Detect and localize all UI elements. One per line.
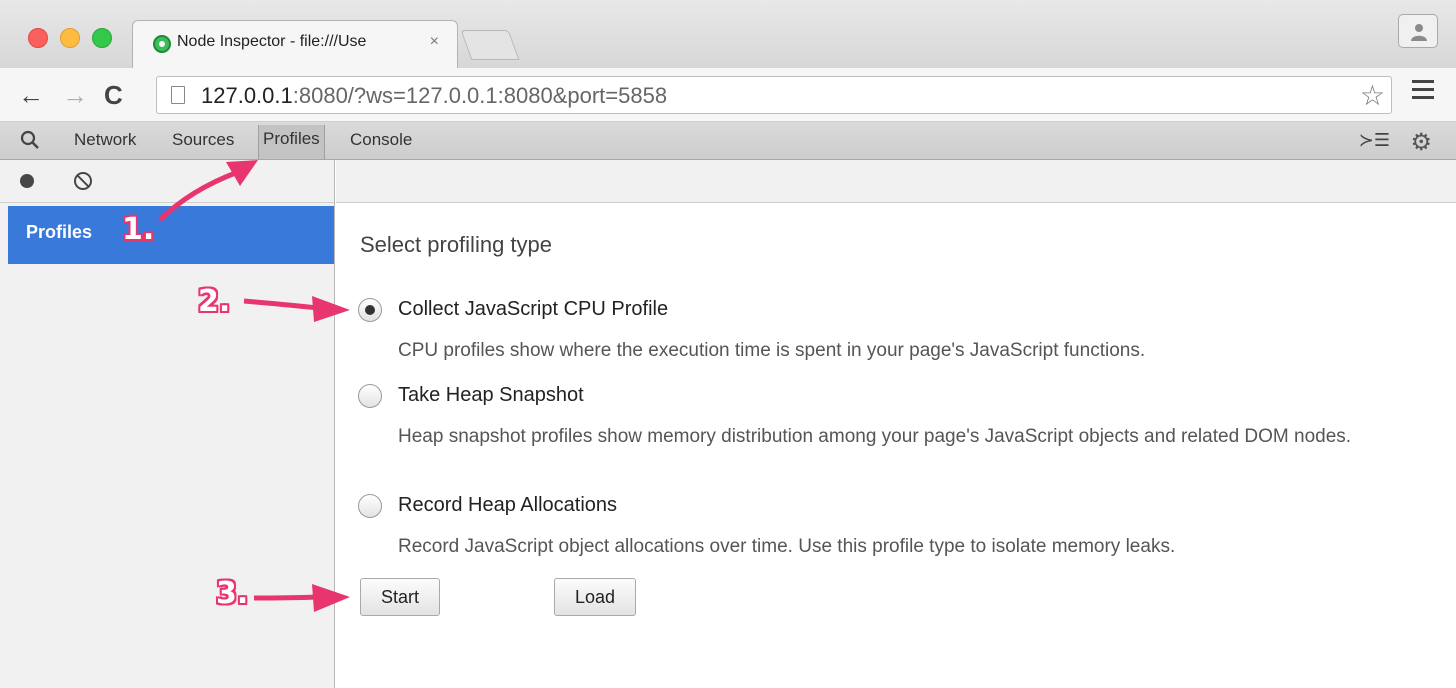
maximize-window-button[interactable] <box>92 28 112 48</box>
back-button[interactable]: ← <box>18 80 44 110</box>
option-label[interactable]: Take Heap Snapshot <box>398 384 584 407</box>
start-button[interactable]: Start <box>360 578 440 616</box>
cpu-profile-radio[interactable] <box>358 298 382 322</box>
browser-toolbar: ← → C 127.0.0.1:8080/?ws=127.0.0.1:8080&… <box>0 68 1456 122</box>
reload-button[interactable]: C <box>104 80 123 110</box>
person-icon <box>1411 24 1427 41</box>
title-bar: Node Inspector - file:///Use × <box>0 0 1456 68</box>
new-tab-button[interactable] <box>460 30 520 60</box>
annotation-2: 2. <box>198 284 231 319</box>
option-description: Heap snapshot profiles show memory distr… <box>398 426 1352 447</box>
console-drawer-icon[interactable]: ≻☰ <box>1359 130 1390 151</box>
minimize-window-button[interactable] <box>60 28 80 48</box>
sidebar-item-label: Profiles <box>26 222 93 242</box>
load-button[interactable]: Load <box>554 578 636 616</box>
close-window-button[interactable] <box>28 28 48 48</box>
option-label[interactable]: Record Heap Allocations <box>398 494 617 517</box>
user-profile-button[interactable] <box>1398 14 1438 48</box>
heap-allocations-radio[interactable] <box>358 494 382 518</box>
option-label[interactable]: Collect JavaScript CPU Profile <box>398 298 668 321</box>
sidebar-toolbar <box>0 160 334 203</box>
clear-icon[interactable] <box>74 172 92 190</box>
browser-menu-icon[interactable] <box>1412 80 1434 104</box>
browser-tab[interactable]: Node Inspector - file:///Use × <box>132 20 458 68</box>
sidebar-item-profiles[interactable]: Profiles <box>8 206 334 264</box>
search-icon[interactable] <box>20 130 40 150</box>
forward-button[interactable]: → <box>62 80 88 110</box>
record-icon[interactable] <box>20 174 34 188</box>
devtools-tab-bar: Network Sources Profiles Console ≻☰ ⚙ <box>0 122 1456 160</box>
bookmark-star-icon[interactable]: ☆ <box>1360 79 1385 112</box>
option-description: Record JavaScript object allocations ove… <box>398 536 1176 557</box>
tab-profiles[interactable]: Profiles <box>258 125 325 159</box>
url-text: 127.0.0.1:8080/?ws=127.0.0.1:8080&port=5… <box>201 83 667 109</box>
profiles-sidebar: Profiles <box>0 160 335 688</box>
tab-console[interactable]: Console <box>350 130 412 150</box>
panel-heading: Select profiling type <box>360 232 552 257</box>
address-bar[interactable]: 127.0.0.1:8080/?ws=127.0.0.1:8080&port=5… <box>156 76 1392 114</box>
url-host: 127.0.0.1 <box>201 83 293 108</box>
panel-toolbar <box>336 160 1456 203</box>
annotation-3: 3. <box>216 576 249 611</box>
browser-window: Node Inspector - file:///Use × ← → C 127… <box>0 0 1456 688</box>
tab-title: Node Inspector - file:///Use <box>177 33 367 50</box>
option-description: CPU profiles show where the execution ti… <box>398 340 1146 361</box>
profiles-panel: Select profiling type Collect JavaScript… <box>336 160 1456 688</box>
tab-sources[interactable]: Sources <box>172 130 234 150</box>
url-path: :8080/?ws=127.0.0.1:8080&port=5858 <box>292 83 668 108</box>
settings-gear-icon[interactable]: ⚙ <box>1410 128 1432 157</box>
tab-close-icon[interactable]: × <box>430 33 439 51</box>
heap-snapshot-radio[interactable] <box>358 384 382 408</box>
tab-network[interactable]: Network <box>74 130 136 150</box>
page-icon <box>171 86 185 104</box>
annotation-1: 1. <box>122 212 155 247</box>
node-favicon-icon <box>153 35 171 53</box>
